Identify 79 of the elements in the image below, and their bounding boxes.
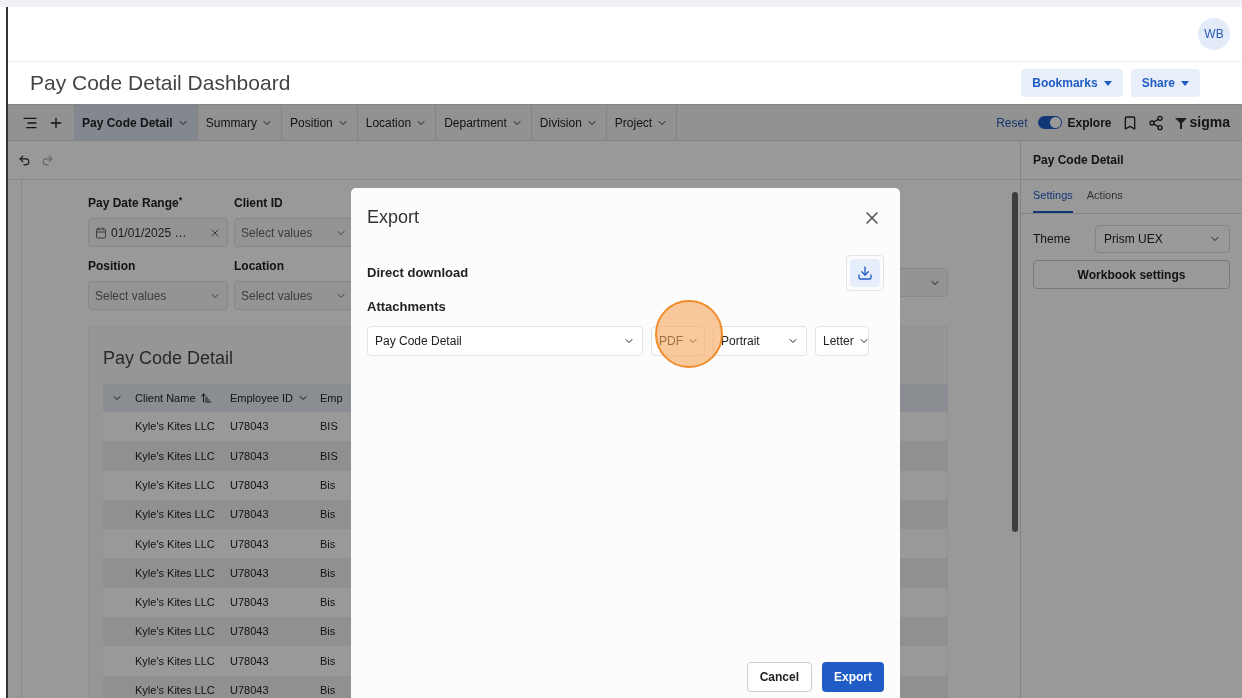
page-tab[interactable]: Project [606, 105, 678, 140]
select-field[interactable]: Select values [234, 218, 354, 247]
page-tab[interactable]: Location [357, 105, 437, 140]
page-tab[interactable]: Position [282, 105, 358, 140]
undo-icon[interactable] [18, 153, 31, 167]
select-field[interactable]: Pay Code Detail [367, 325, 643, 356]
table-cell-text: U78043 [229, 565, 270, 581]
brand-logo: sigma [1173, 112, 1230, 133]
page-tab[interactable]: Summary [197, 105, 283, 140]
table-cell-text: Kyle's Kites LLC [134, 478, 216, 493]
select-field[interactable]: Select values [234, 281, 354, 310]
dashboard-title: Pay Code Detail Dashboard [30, 70, 291, 97]
column-header[interactable]: Client Name [129, 384, 224, 412]
filter-label: Location [234, 258, 285, 275]
table-cell-text: U78043 [229, 507, 270, 523]
share-icon[interactable] [1147, 114, 1164, 131]
table-cell-text: Bis [319, 595, 337, 611]
export-button[interactable]: Export [822, 662, 884, 692]
panel-tab[interactable]: Actions [1086, 180, 1123, 213]
table-cell-text: Kyle's Kites LLC [134, 653, 216, 669]
header-menu-button[interactable]: Bookmarks [1021, 69, 1123, 97]
table-cell-text: U78043 [229, 683, 270, 698]
cancel-button[interactable]: Cancel [746, 662, 812, 692]
panel-tab[interactable]: Settings [1033, 180, 1073, 213]
table-cell-text: U78043 [229, 419, 270, 435]
table-cell-text: U78043 [229, 653, 270, 669]
table-cell-text: Kyle's Kites LLC [134, 419, 216, 435]
page-tab[interactable]: Division [531, 105, 607, 140]
theme-label: Theme [1033, 231, 1072, 248]
explore-label: Explore [1067, 114, 1112, 132]
filter-label: Client ID [234, 195, 284, 212]
table-cell-text: Kyle's Kites LLC [134, 507, 216, 523]
select-field[interactable]: Letter [815, 325, 869, 356]
user-avatar[interactable]: WB [1198, 18, 1230, 50]
table-title: Pay Code Detail [103, 347, 235, 370]
table-cell-text: Bis [319, 653, 337, 669]
page-tab[interactable]: Pay Code Detail [74, 105, 198, 140]
table-cell-text: U78043 [229, 536, 270, 552]
table-cell-text: U78043 [229, 448, 270, 464]
table-cell-text: Bis [319, 507, 337, 523]
table-cell-text: BIS [319, 419, 339, 435]
date-range-field[interactable]: 01/01/2025 … [88, 218, 228, 247]
sort-icon[interactable] [199, 392, 212, 404]
explore-toggle[interactable] [1037, 116, 1062, 129]
download-icon [857, 265, 873, 281]
table-cell-text: Bis [319, 478, 337, 493]
table-cell-text: Kyle's Kites LLC [134, 565, 216, 581]
scrollbar-thumb[interactable] [1012, 192, 1018, 532]
download-button[interactable] [846, 255, 884, 291]
select-field[interactable]: Select values [88, 281, 228, 310]
select-field[interactable]: Portrait [713, 325, 807, 356]
page-tab[interactable]: Department [436, 105, 532, 140]
section-label: Direct download [367, 264, 469, 283]
table-cell-text: U78043 [229, 595, 270, 611]
filter-label: Position [88, 258, 137, 275]
calendar-icon [95, 226, 107, 239]
table-cell-text: Kyle's Kites LLC [134, 536, 216, 552]
theme-select[interactable]: Prism UEX [1095, 225, 1230, 253]
section-label: Attachments [367, 298, 447, 316]
table-cell-text: Bis [319, 624, 337, 640]
table-cell-text: Bis [319, 565, 337, 581]
table-cell-text: Kyle's Kites LLC [134, 448, 216, 464]
table-cell-text: Kyle's Kites LLC [134, 683, 216, 698]
column-header[interactable]: Employee ID [224, 384, 314, 412]
table-cell-text: Kyle's Kites LLC [134, 624, 216, 640]
dialog-title: Export [367, 206, 420, 229]
header-menu-button[interactable]: Share [1130, 69, 1200, 97]
panel-title: Pay Code Detail [1033, 152, 1124, 169]
table-cell-text: BIS [319, 448, 339, 464]
table-cell-text: U78043 [229, 478, 270, 493]
reset-link[interactable]: Reset [996, 113, 1028, 132]
caret-icon [1181, 80, 1189, 86]
table-cell-text: Kyle's Kites LLC [134, 595, 216, 611]
workbook-settings-button[interactable]: Workbook settings [1033, 260, 1230, 289]
caret-icon [1103, 80, 1112, 86]
table-cell-text: U78043 [229, 624, 270, 640]
table-cell-text: Bis [319, 536, 337, 552]
filter-label: Pay Date Range$^{*}$ [88, 194, 184, 212]
table-cell-text: Bis [319, 683, 337, 698]
